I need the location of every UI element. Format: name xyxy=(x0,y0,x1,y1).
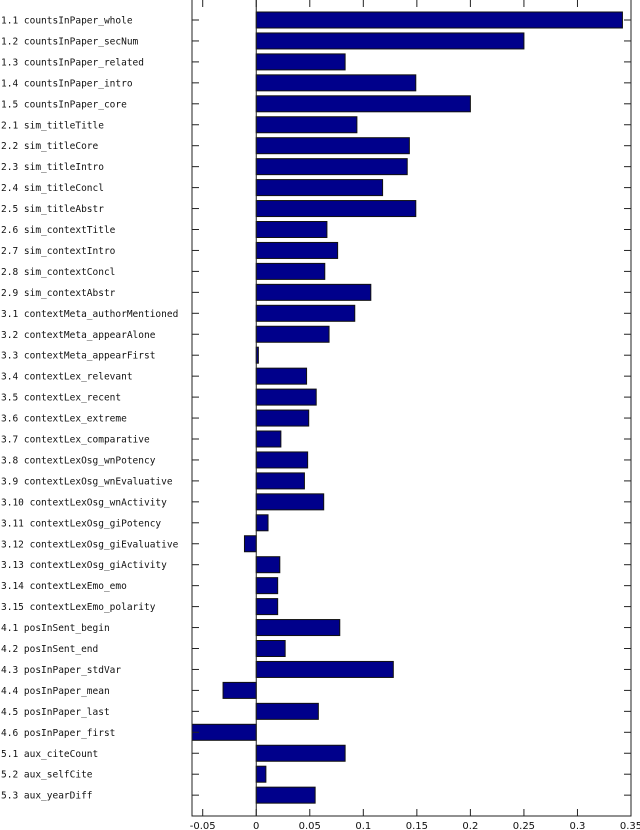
x-tick-label: 0.05 xyxy=(299,821,321,830)
category-label: 3.7 contextLex_comparative xyxy=(1,435,150,446)
category-label: 4.6 posInPaper_first xyxy=(1,728,115,739)
bar-contextLex_recent xyxy=(255,388,317,406)
x-tick-label: 0.3 xyxy=(570,821,586,830)
category-label: 2.8 sim_contextConcl xyxy=(1,267,115,278)
bar-contextLexOsg_wnPotency xyxy=(255,451,309,469)
x-tick-label: 0 xyxy=(253,821,259,830)
category-label: 2.3 sim_titleIntro xyxy=(1,162,104,173)
category-label: 5.2 aux_selfCite xyxy=(1,770,93,781)
bar-contextLexOsg_wnActivity xyxy=(255,493,325,511)
bar-sim_contextAbstr xyxy=(255,283,372,301)
category-label: 2.2 sim_titleCore xyxy=(1,141,99,152)
category-label: 3.12 contextLexOsg_giEvaluative xyxy=(1,539,179,550)
x-tick-label: 0.35 xyxy=(620,821,640,830)
bar-contextLexOsg_wnEvaluative xyxy=(255,472,305,490)
category-label: 2.7 sim_contextIntro xyxy=(1,246,116,257)
bar-sim_titleCore xyxy=(255,137,410,155)
bar-posInPaper_first xyxy=(191,723,257,741)
bar-sim_titleConcl xyxy=(255,179,384,197)
bar-sim_titleTitle xyxy=(255,116,358,134)
category-label: 3.9 contextLexOsg_wnEvaluative xyxy=(1,476,173,487)
bar-sim_titleAbstr xyxy=(255,200,417,218)
x-tick-label: -0.05 xyxy=(190,821,216,830)
category-label: 1.2 countsInPaper_secNum xyxy=(1,36,139,47)
bar-posInPaper_mean xyxy=(222,681,257,699)
category-label: 4.2 posInSent_end xyxy=(1,644,98,655)
bar-posInSent_begin xyxy=(255,619,341,637)
bar-posInSent_end xyxy=(255,640,286,657)
x-tick-label: 0.2 xyxy=(462,821,478,830)
category-label: 4.4 posInPaper_mean xyxy=(1,686,110,697)
category-label: 3.15 contextLexEmo_polarity xyxy=(1,602,156,613)
category-label: 3.8 contextLexOsg_wnPotency xyxy=(1,455,156,466)
category-label: 3.10 contextLexOsg_wnActivity xyxy=(1,497,167,508)
category-label: 5.3 aux_yearDiff xyxy=(1,791,93,802)
bar-contextLexOsg_giActivity xyxy=(255,556,281,574)
category-labels: 1.1 countsInPaper_whole 1.2 countsInPaper… xyxy=(1,16,179,802)
bar-contextLexEmo_emo xyxy=(255,577,279,595)
bar-posInPaper_stdVar xyxy=(255,660,394,678)
bar-contextMeta_authorMentioned xyxy=(255,304,356,322)
bar-countsInPaper_intro xyxy=(255,74,417,92)
bar-sim_contextTitle xyxy=(255,221,328,238)
bar-contextLex_extreme xyxy=(255,409,310,427)
category-label: 1.5 countsInPaper_core xyxy=(1,99,127,110)
category-label: 2.6 sim_contextTitle xyxy=(1,225,116,236)
bar-aux_selfCite xyxy=(255,765,267,783)
category-label: 5.1 aux_citeCount xyxy=(1,749,98,760)
category-label: 3.5 contextLex_recent xyxy=(1,393,121,404)
x-tick-label: 0.15 xyxy=(406,821,428,830)
category-label: 1.1 countsInPaper_whole xyxy=(1,16,133,27)
category-label: 2.1 sim_titleTitle xyxy=(1,120,104,131)
bar-aux_citeCount xyxy=(255,744,346,762)
bar-contextMeta_appearAlone xyxy=(255,325,330,343)
bar-contextLexOsg_giPotency xyxy=(255,514,269,532)
category-label: 1.3 countsInPaper_related xyxy=(1,57,144,68)
category-label: 4.1 posInSent_begin xyxy=(1,623,110,634)
x-tick-label: 0.1 xyxy=(355,821,371,830)
bar-posInPaper_last xyxy=(255,702,319,720)
category-label: 2.5 sim_titleAbstr xyxy=(1,204,104,215)
bar-contextLexEmo_polarity xyxy=(255,598,279,616)
category-label: 3.1 contextMeta_authorMentioned xyxy=(1,309,178,320)
bar-contextLexOsg_giEvaluative xyxy=(243,535,257,553)
category-label: 4.5 posInPaper_last xyxy=(1,707,110,718)
bar-contextLex_comparative xyxy=(255,430,282,448)
category-label: 2.9 sim_contextAbstr xyxy=(1,288,116,299)
category-label: 3.6 contextLex_extreme xyxy=(1,414,127,425)
bar-sim_contextIntro xyxy=(255,241,339,259)
bar-countsInPaper_core xyxy=(255,95,471,113)
category-label: 3.14 contextLexEmo_emo xyxy=(1,581,127,592)
x-tick-label: 0.25 xyxy=(513,821,535,830)
bar-countsInPaper_related xyxy=(255,53,346,71)
bar-aux_yearDiff xyxy=(255,786,316,804)
category-label: 3.2 contextMeta_appearAlone xyxy=(1,330,156,341)
bar-countsInPaper_whole xyxy=(255,11,623,29)
category-label: 3.4 contextLex_relevant xyxy=(1,372,133,383)
category-label: 3.13 contextLexOsg_giActivity xyxy=(1,560,167,571)
bar-sim_titleIntro xyxy=(255,158,408,176)
bar-countsInPaper_secNum xyxy=(255,32,525,50)
category-label: 4.3 posInPaper_stdVar xyxy=(1,665,121,676)
feature-weight-bar-chart: 1.1 countsInPaper_whole 1.2 countsInPaper… xyxy=(1,0,640,830)
bar-sim_contextConcl xyxy=(255,262,326,280)
category-label: 1.4 countsInPaper_intro xyxy=(1,78,133,89)
category-label: 2.4 sim_titleConcl xyxy=(1,183,104,194)
category-label: 3.11 contextLexOsg_giPotency xyxy=(1,518,161,529)
category-label: 3.3 contextMeta_appearFirst xyxy=(1,351,155,362)
bar-contextLex_relevant xyxy=(255,367,308,385)
